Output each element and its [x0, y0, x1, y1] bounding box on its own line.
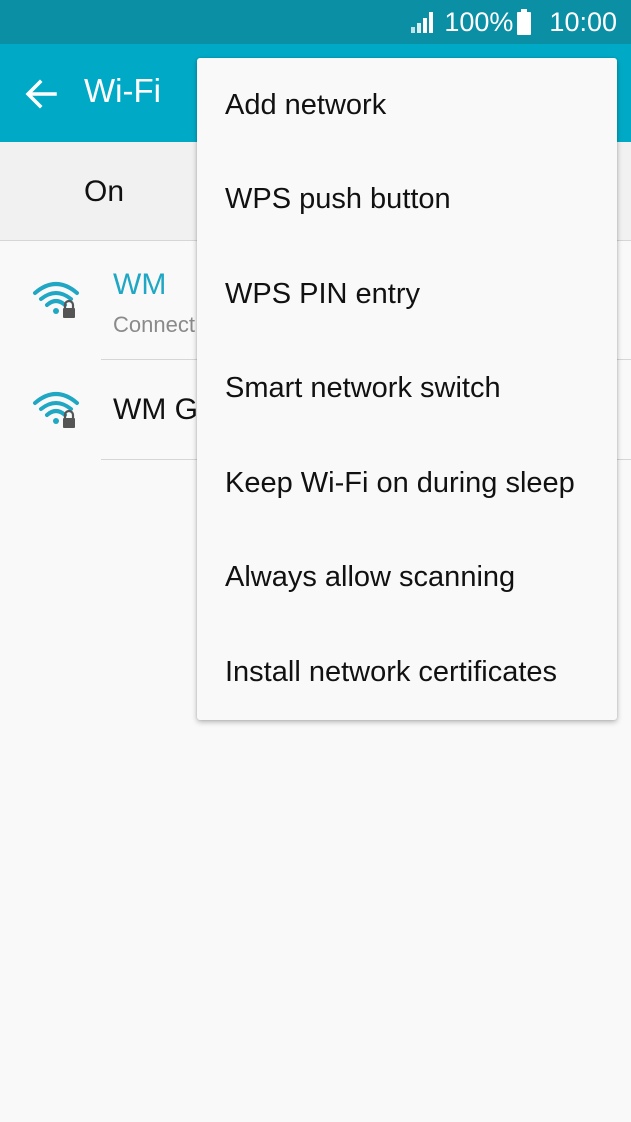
menu-item-keep-wifi-on[interactable]: Keep Wi-Fi on during sleep	[197, 436, 617, 531]
back-arrow-icon[interactable]	[24, 77, 58, 111]
wifi-switch-label: On	[84, 175, 125, 208]
status-bar: 100% 10:00	[0, 0, 631, 44]
status-indicators: 100% 10:00	[410, 0, 617, 44]
menu-item-always-allow-scanning[interactable]: Always allow scanning	[197, 531, 617, 626]
menu-item-install-certificates[interactable]: Install network certificates	[197, 625, 617, 720]
network-name: WM	[113, 268, 167, 301]
menu-item-add-network[interactable]: Add network	[197, 58, 617, 153]
wifi-locked-icon	[33, 282, 79, 318]
clock: 10:00	[549, 6, 617, 37]
network-status: Connect	[113, 312, 195, 337]
wifi-locked-icon	[33, 392, 79, 428]
overflow-menu: Add network WPS push button WPS PIN entr…	[197, 58, 617, 720]
battery-icon	[517, 9, 532, 35]
menu-item-smart-network-switch[interactable]: Smart network switch	[197, 342, 617, 437]
menu-item-wps-push-button[interactable]: WPS push button	[197, 153, 617, 248]
network-name: WM G	[113, 393, 198, 426]
menu-item-wps-pin-entry[interactable]: WPS PIN entry	[197, 247, 617, 342]
signal-icon	[411, 12, 434, 33]
battery-percentage: 100%	[444, 6, 514, 37]
page-title: Wi-Fi	[84, 72, 161, 109]
